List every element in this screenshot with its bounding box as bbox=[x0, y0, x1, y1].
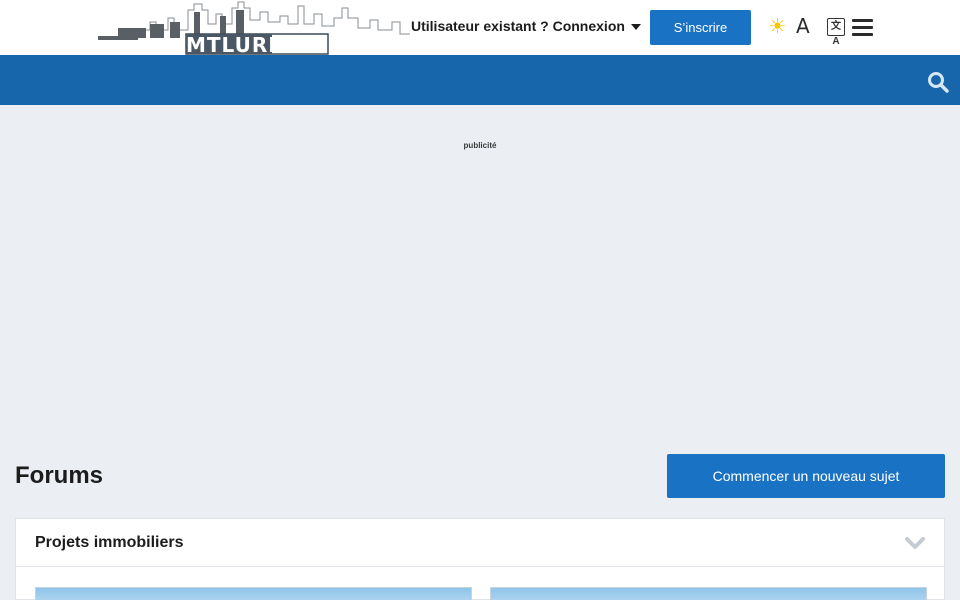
chevron-down-icon[interactable] bbox=[905, 535, 925, 551]
register-button[interactable]: S’inscrire bbox=[650, 10, 751, 45]
forum-thumbnail[interactable] bbox=[35, 587, 472, 600]
font-size-icon[interactable]: A bbox=[796, 14, 810, 38]
new-topic-button[interactable]: Commencer un nouveau sujet bbox=[667, 454, 945, 498]
forum-category: Projets immobiliers bbox=[15, 518, 945, 600]
caret-down-icon bbox=[630, 23, 641, 30]
search-icon[interactable] bbox=[927, 71, 949, 93]
main-navbar bbox=[0, 55, 960, 105]
page-title: Forums bbox=[15, 462, 104, 489]
category-header: Projets immobiliers bbox=[16, 519, 944, 567]
site-logo[interactable]: MTLURB bbox=[98, 0, 410, 57]
menu-bar bbox=[852, 19, 873, 22]
hamburger-menu-icon[interactable] bbox=[852, 19, 873, 36]
forum-thumbnail[interactable] bbox=[490, 587, 927, 600]
site-header: MTLURB Utilisateur existant ? Connexion … bbox=[0, 0, 960, 57]
signin-link[interactable]: Utilisateur existant ? Connexion bbox=[411, 18, 641, 34]
sun-icon[interactable]: ☀ bbox=[767, 17, 788, 38]
menu-bar bbox=[852, 33, 873, 36]
translate-icon[interactable]: 文A bbox=[827, 18, 845, 47]
menu-bar bbox=[852, 26, 873, 29]
signin-label: Utilisateur existant ? Connexion bbox=[411, 18, 625, 34]
category-title[interactable]: Projets immobiliers bbox=[35, 534, 184, 552]
ad-label: publicité bbox=[463, 141, 497, 150]
logo-text: MTLURB bbox=[186, 33, 285, 57]
